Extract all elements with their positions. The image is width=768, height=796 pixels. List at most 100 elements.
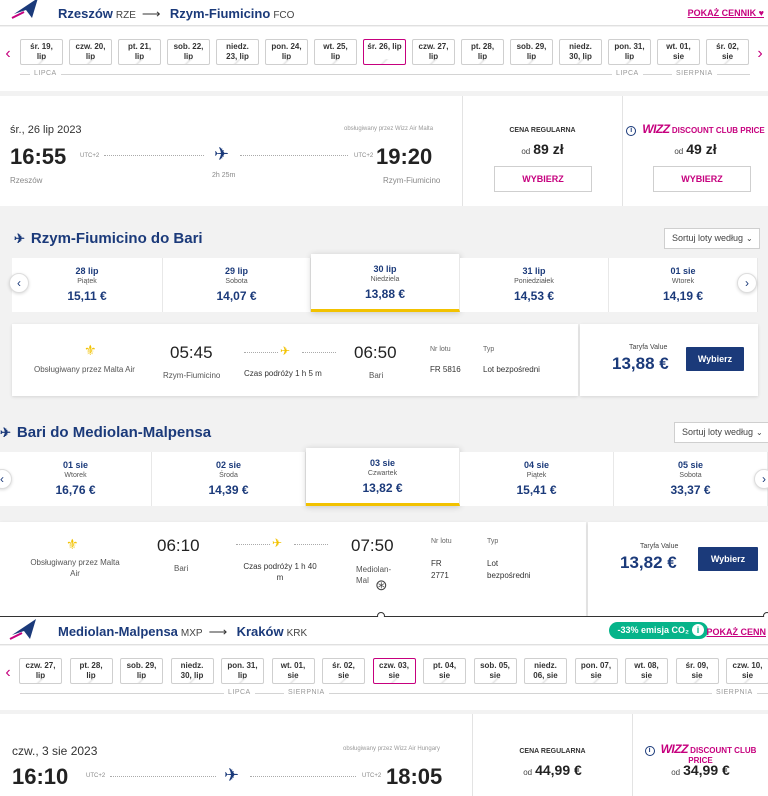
regular-fare-title: CENA REGULARNA: [509, 127, 576, 134]
connection-flight-1[interactable]: ⚜ Obsługiwany przez Malta Air 05:45 Rzym…: [12, 324, 578, 396]
day-price: 33,37 €: [670, 483, 711, 497]
date-tile-line-2: sie: [287, 671, 299, 680]
departure-utc: UTC+2: [86, 773, 106, 779]
date-tile[interactable]: pt. 28, lip: [69, 658, 113, 684]
date-tile[interactable]: pt. 21, lip: [118, 39, 161, 65]
chevron-right-icon[interactable]: ›: [737, 273, 757, 293]
connection-flight-2[interactable]: ⚜ Obsługiwany przez Malta Air 06:10 Bari …: [0, 522, 586, 616]
date-tile-line-1: sob. 22,: [173, 42, 204, 51]
date-tile[interactable]: wt. 08, sie: [625, 658, 668, 684]
date-tile-line-2: sie: [438, 671, 451, 680]
date-tile[interactable]: śr. 09, sie: [675, 658, 719, 684]
day-option[interactable]: 01 sie Wtorek 14,19 €: [609, 258, 758, 312]
date-tile-line-2: lip: [237, 671, 248, 680]
regular-fare-title: CENA REGULARNA: [519, 748, 586, 755]
day-option[interactable]: 03 sie Czwartek 13,82 €: [306, 448, 460, 506]
sort-select[interactable]: Sortuj loty według ⌄: [674, 422, 768, 443]
info-icon[interactable]: i: [692, 624, 704, 636]
date-tile[interactable]: sob. 29, lip: [510, 39, 553, 65]
day-date: 28 lip: [75, 266, 99, 276]
date-tile[interactable]: śr. 02, sie: [706, 39, 749, 65]
day-price: 14,53 €: [513, 289, 555, 303]
arrival-utc: UTC+2: [354, 153, 374, 159]
date-tile[interactable]: śr. 26, lip: [363, 39, 406, 65]
sort-select[interactable]: Sortuj loty według ⌄: [664, 228, 760, 249]
date-tile[interactable]: czw. 27, lip: [19, 658, 62, 684]
date-tile-line-1: niedz.: [226, 42, 249, 51]
date-tile[interactable]: sob. 29, lip: [120, 658, 163, 684]
date-tile[interactable]: śr. 02, sie: [322, 658, 365, 684]
date-tile[interactable]: czw. 27, lip: [412, 39, 455, 65]
departure-city: Bari: [174, 564, 189, 573]
arrow-right-icon: ⟶: [141, 6, 161, 21]
day-option[interactable]: 01 sie Wtorek 16,76 €: [0, 452, 152, 506]
date-tile[interactable]: pon. 31, lip: [221, 658, 264, 684]
chevron-down-icon: ⌄: [746, 234, 753, 243]
select-regular-button[interactable]: WYBIERZ: [494, 166, 592, 192]
chevron-left-icon[interactable]: ‹: [2, 45, 14, 63]
flight-type-label: Typ: [483, 346, 495, 353]
date-tile-line-1: śr. 02,: [716, 42, 739, 51]
wizz-discount-club-logo: i WIZZ DISCOUNT CLUB PRICE: [623, 122, 768, 136]
date-tile[interactable]: pt. 28, lip: [461, 39, 504, 65]
date-tile[interactable]: niedz. 30, lip: [170, 658, 214, 684]
date-tile[interactable]: wt. 01, sie: [657, 39, 700, 65]
select-club-button[interactable]: WYBIERZ: [653, 166, 751, 192]
select-button[interactable]: Wybierz: [686, 347, 744, 371]
select-button[interactable]: Wybierz: [698, 547, 758, 571]
day-weekday: Wtorek: [671, 278, 695, 285]
day-weekday: Piątek: [77, 278, 97, 285]
arrow-right-icon: ⟶: [208, 624, 228, 639]
chevron-right-icon[interactable]: ›: [754, 45, 766, 63]
day-date: 29 lip: [224, 266, 248, 276]
departure-time: 06:10: [157, 536, 200, 555]
date-tile[interactable]: niedz. 30, lip: [559, 39, 602, 65]
date-tile[interactable]: czw. 20, lip: [69, 39, 112, 65]
day-option[interactable]: 31 lip Poniedziałek 14,53 €: [460, 258, 609, 312]
show-price-list-link[interactable]: POKAŻ CENN: [706, 627, 766, 637]
fare-price: 13,88 €: [612, 354, 669, 373]
date-tile-line-2: sie: [489, 671, 501, 680]
date-tile[interactable]: wt. 01, sie: [271, 658, 315, 684]
date-tile-line-1: niedz.: [180, 661, 204, 670]
route-header-1: Rzeszów RZE ⟶ Rzym-Fiumicino FCO POKAŻ CENNI…: [0, 0, 768, 26]
day-option[interactable]: 28 lip Piątek 15,11 €: [12, 258, 163, 312]
chevron-left-icon[interactable]: ‹: [2, 664, 14, 682]
date-tile[interactable]: niedz. 23, lip: [216, 39, 259, 65]
info-icon[interactable]: i: [644, 745, 655, 756]
date-tile[interactable]: pon. 31, lip: [608, 39, 651, 65]
date-tile[interactable]: śr. 19, lip: [20, 39, 63, 65]
date-tile-line-1: pt. 28,: [470, 42, 495, 51]
operated-by: obsługiwany przez Wizz Air Hungary: [343, 746, 441, 752]
day-option[interactable]: 05 sie Sobota 33,37 €: [614, 452, 768, 506]
day-weekday: Piątek: [526, 472, 547, 479]
info-icon[interactable]: i: [626, 125, 637, 136]
chevron-left-icon[interactable]: ‹: [9, 273, 29, 293]
date-tile[interactable]: czw. 10, sie: [726, 658, 768, 684]
date-tile-line-1: wt. 25,: [323, 42, 348, 51]
origin-code: RZE: [115, 10, 136, 21]
date-tile[interactable]: wt. 25, lip: [314, 39, 357, 65]
day-option[interactable]: 04 sie Piątek 15,41 €: [460, 452, 614, 506]
date-tile[interactable]: pt. 04, sie: [423, 658, 466, 684]
day-option[interactable]: 29 lip Sobota 14,07 €: [163, 258, 311, 312]
date-tile-line-2: lip: [281, 52, 292, 61]
date-tile[interactable]: pon. 07, sie: [574, 658, 618, 684]
month-label: LIPCA: [30, 70, 61, 77]
date-tile[interactable]: sob. 05, sie: [473, 658, 517, 684]
date-tile[interactable]: sob. 22, lip: [167, 39, 210, 65]
flight-type: Lot bezpośredni: [483, 365, 540, 374]
date-tile[interactable]: niedz. 06, sie: [524, 658, 567, 684]
date-tile[interactable]: czw. 03, sie: [372, 658, 416, 684]
chevron-right-icon[interactable]: ›: [754, 469, 768, 489]
day-date: 02 sie: [215, 460, 242, 470]
day-option[interactable]: 30 lip Niedziela 13,88 €: [311, 254, 460, 312]
travel-duration: Czas podróży 1 h 5 m: [244, 369, 322, 378]
day-option[interactable]: 02 sie Środa 14,39 €: [152, 452, 306, 506]
cursor-icon: ⊛: [375, 577, 388, 594]
date-tile[interactable]: pon. 24, lip: [265, 39, 308, 65]
fare-label: Taryfa Value: [629, 344, 668, 351]
origin-city: Rzeszów: [58, 6, 113, 21]
show-price-list-link[interactable]: POKAŻ CENNIK ♥: [688, 8, 764, 18]
day-selector-2: 01 sie Wtorek 16,76 € 02 sie Środa 14,39 € 03 …: [0, 448, 768, 506]
